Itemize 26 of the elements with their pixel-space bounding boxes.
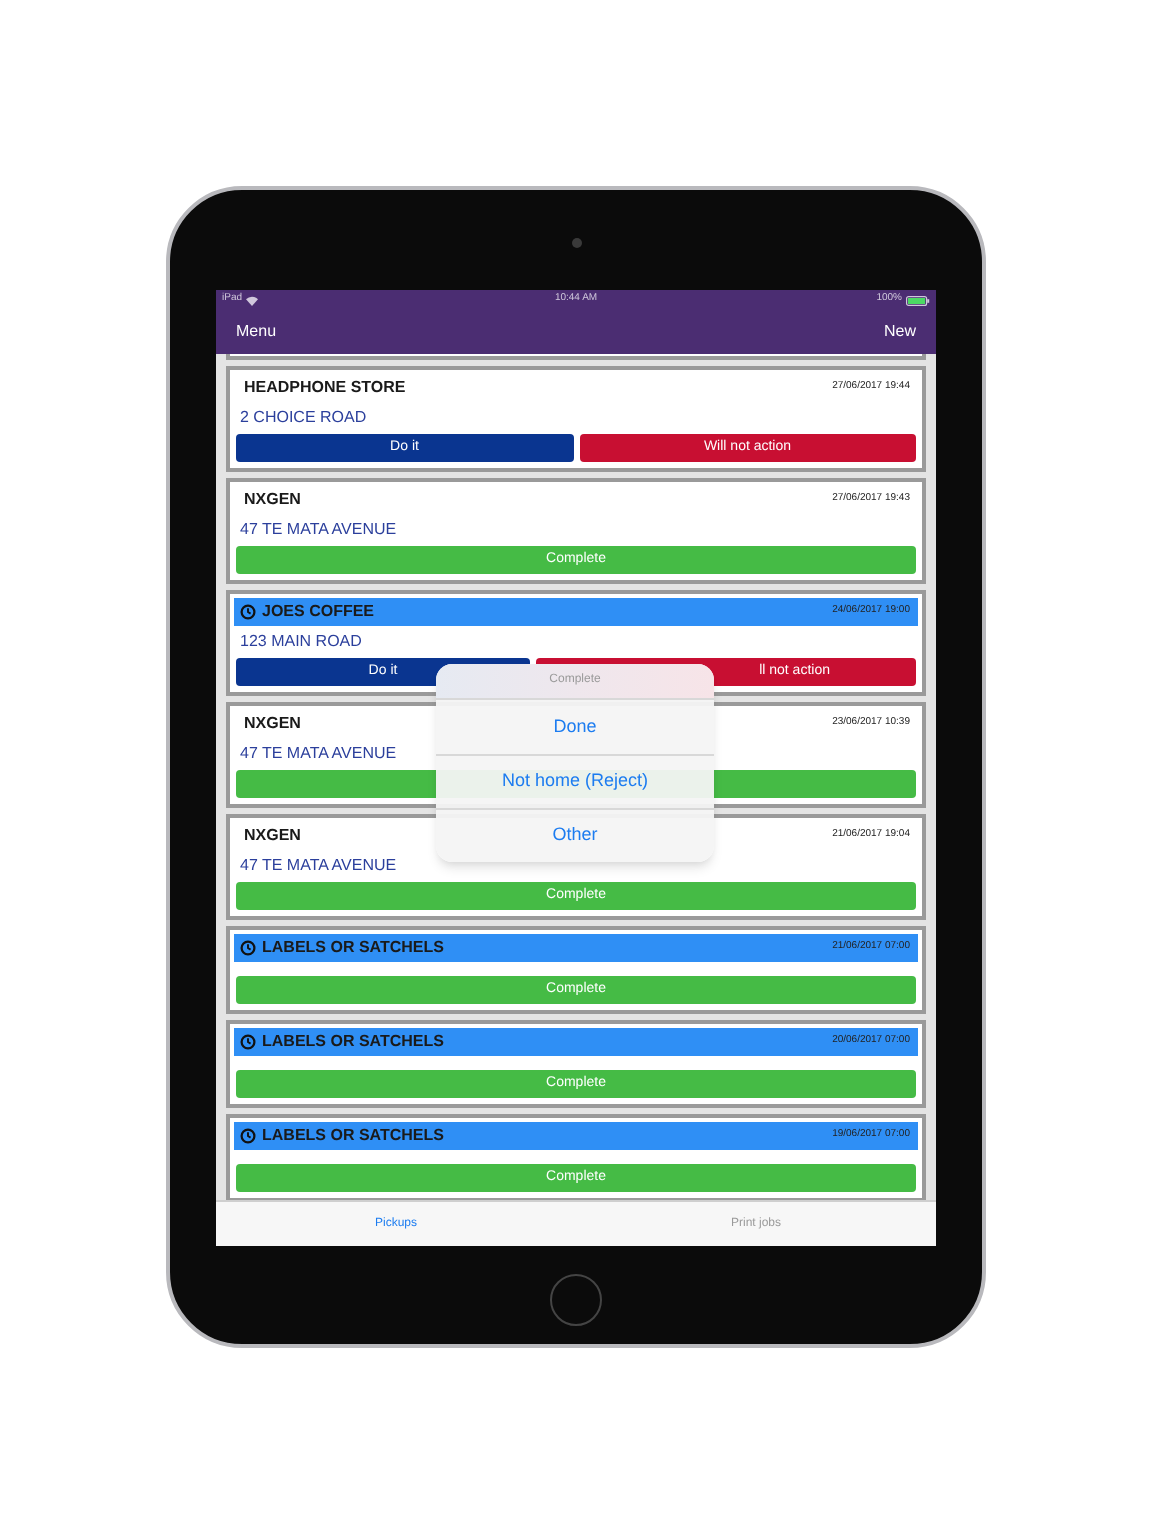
clock-icon: [240, 1034, 256, 1050]
customer-name: LABELS OR SATCHELS: [262, 1030, 444, 1054]
sheet-option[interactable]: Not home (Reject): [436, 754, 714, 808]
clock-icon: [240, 1128, 256, 1144]
job-address: 47 TE MATA AVENUE: [238, 854, 399, 878]
job-address: 2 CHOICE ROAD: [238, 406, 369, 430]
battery-icon: [906, 295, 931, 305]
sheet-option[interactable]: Other: [436, 808, 714, 862]
job-address: 123 MAIN ROAD: [238, 630, 364, 654]
camera-icon: [571, 238, 581, 248]
job-address: 47 TE MATA AVENUE: [238, 518, 399, 542]
home-button[interactable]: [550, 1274, 602, 1326]
sheet-option[interactable]: Done: [436, 700, 714, 754]
customer-name: HEADPHONE STORE: [244, 376, 406, 400]
job-address: 47 TE MATA AVENUE: [238, 742, 399, 766]
clock-icon: [240, 940, 256, 956]
clock-icon: [240, 604, 256, 620]
new-button[interactable]: New: [883, 320, 916, 344]
customer-name: NXGEN: [244, 488, 301, 512]
customer-name: JOES COFFEE: [262, 600, 375, 624]
wifi-icon: [246, 295, 259, 305]
customer-name: LABELS OR SATCHELS: [262, 936, 444, 960]
customer-name: NXGEN: [244, 712, 301, 736]
customer-name: NXGEN: [244, 824, 301, 848]
menu-button[interactable]: Menu: [236, 320, 277, 344]
customer-name: LABELS OR SATCHELS: [262, 1124, 444, 1148]
